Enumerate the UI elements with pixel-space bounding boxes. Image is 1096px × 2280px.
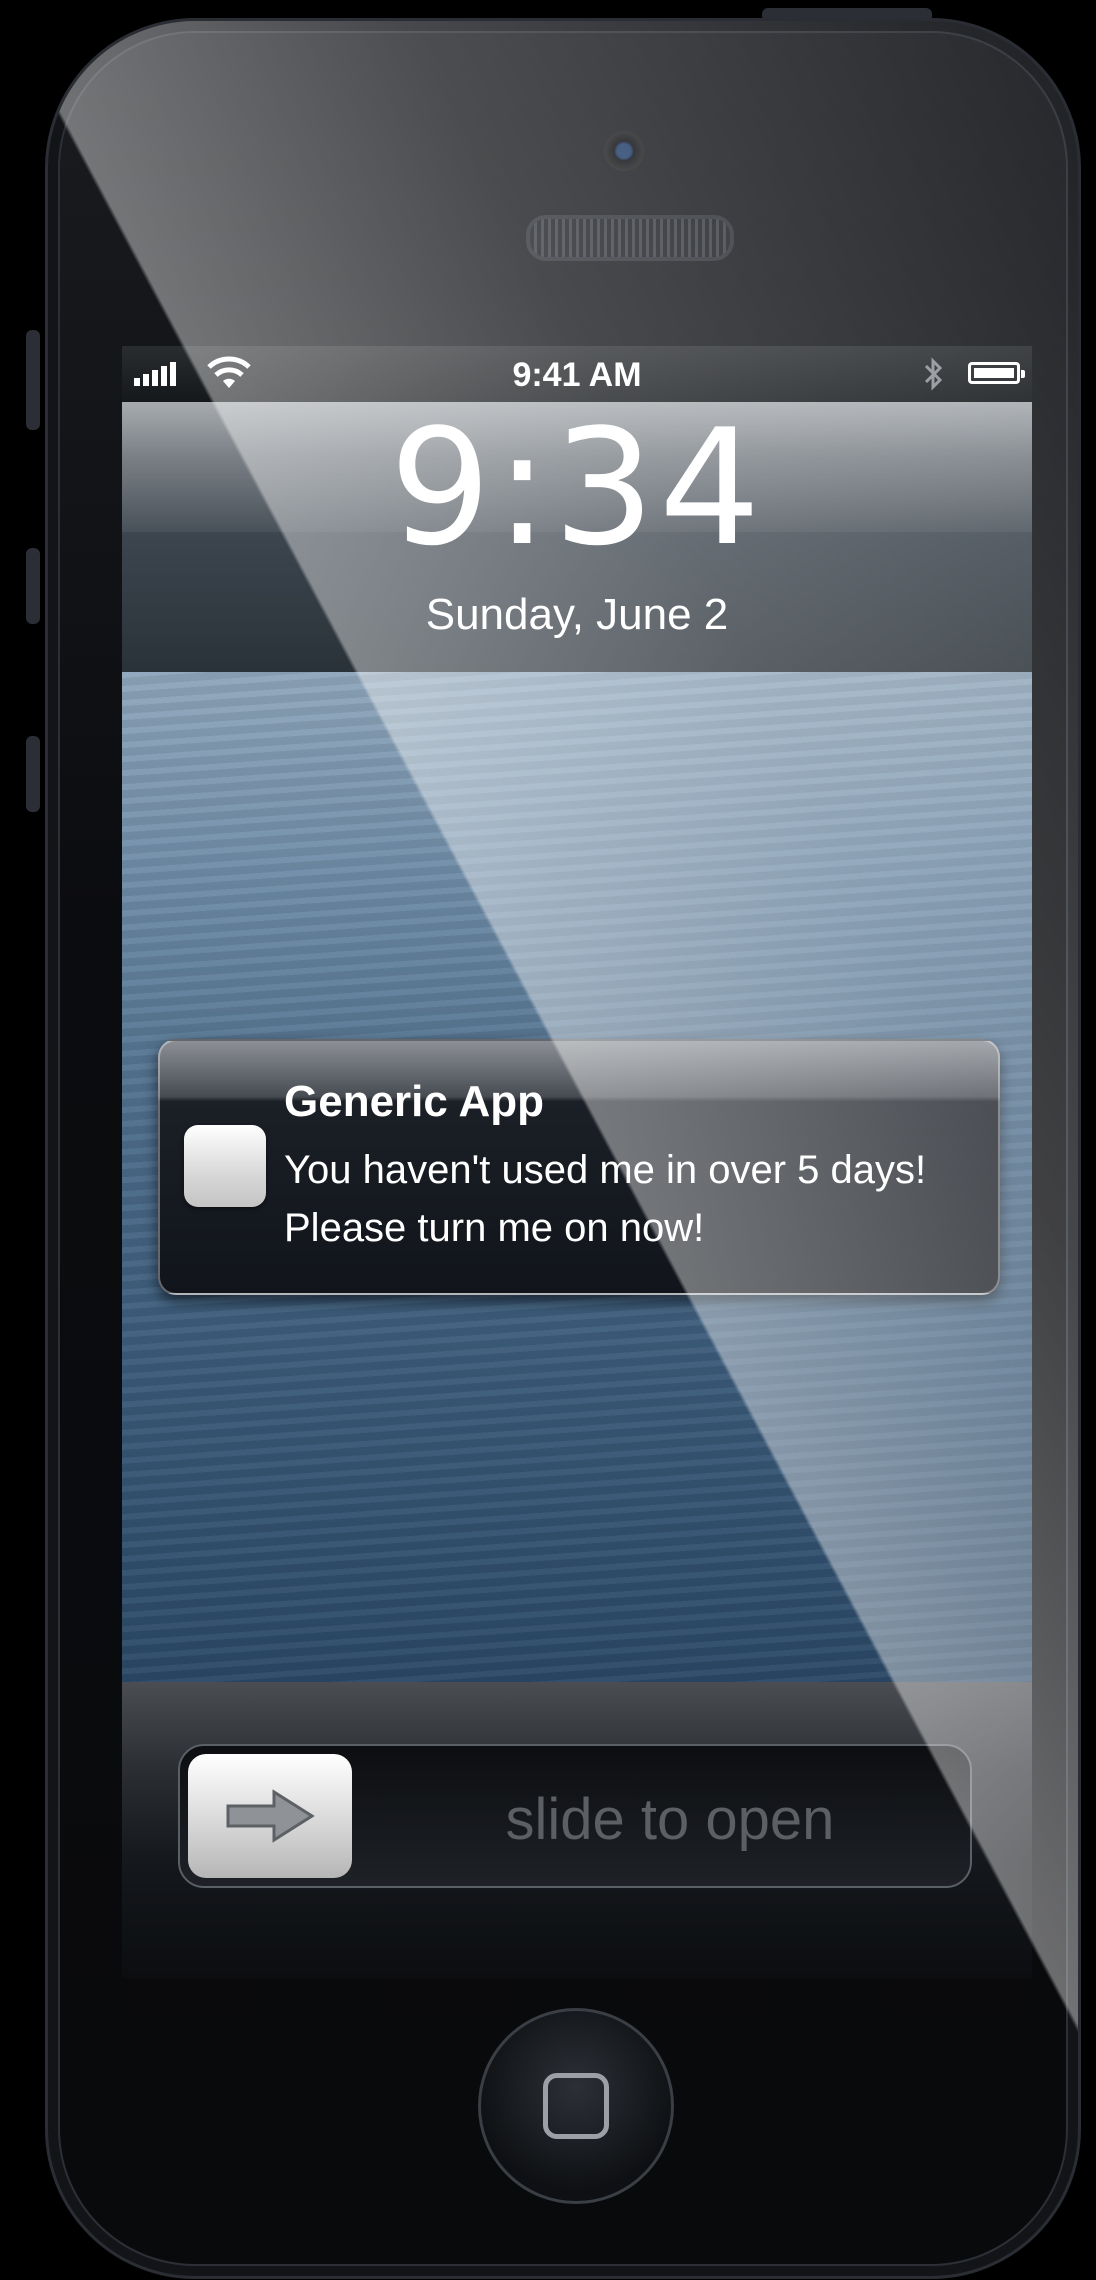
slide-knob[interactable] (188, 1754, 352, 1878)
clock-panel: 9:34 Sunday, June 2 (122, 402, 1032, 672)
lock-screen: 9:41 AM 9:34 Sunday, June 2 Generic App … (122, 346, 1032, 1978)
earpiece-speaker (526, 215, 734, 261)
notification-message: You haven't used me in over 5 days! Plea… (284, 1148, 927, 1250)
notification-banner[interactable]: Generic App You haven't used me in over … (158, 1039, 1000, 1295)
home-button[interactable] (478, 2008, 674, 2204)
status-bar: 9:41 AM (122, 346, 1032, 402)
bluetooth-icon (924, 357, 943, 391)
home-square-icon (543, 2073, 609, 2139)
phone-body: 9:41 AM 9:34 Sunday, June 2 Generic App … (45, 18, 1081, 2279)
slide-to-open-label: slide to open (505, 1787, 835, 1852)
stage: 9:41 AM 9:34 Sunday, June 2 Generic App … (0, 0, 1096, 2280)
slide-track[interactable]: slide to open (178, 1744, 972, 1888)
front-camera (604, 131, 644, 171)
lock-date: Sunday, June 2 (425, 590, 729, 639)
battery-icon (968, 362, 1025, 384)
volume-up-button[interactable] (26, 548, 40, 624)
notification-app-name: Generic App (284, 1077, 544, 1126)
volume-down-button[interactable] (26, 736, 40, 812)
app-icon (184, 1125, 266, 1207)
arrow-right-icon (226, 1789, 315, 1843)
mute-switch[interactable] (26, 330, 40, 430)
unlock-bar: slide to open (122, 1682, 1032, 1978)
status-time: 9:41 AM (512, 356, 642, 394)
lock-clock: 9:34 (389, 394, 765, 581)
